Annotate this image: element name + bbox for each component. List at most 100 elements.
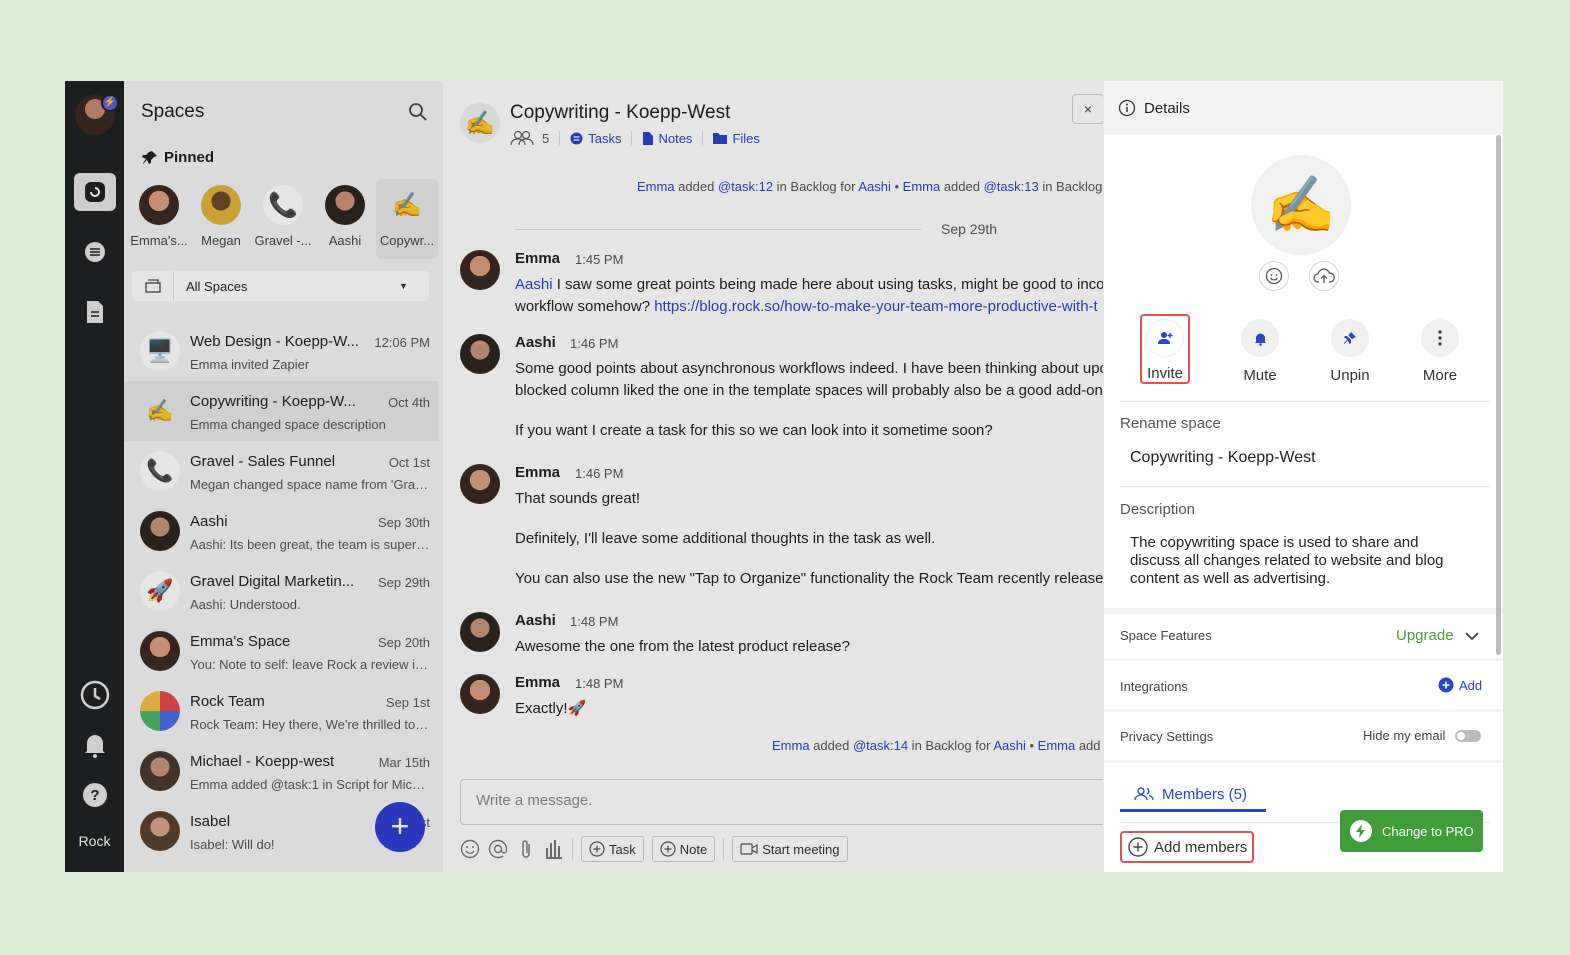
note-icon (643, 131, 654, 145)
add-integration-button[interactable]: Add (1438, 677, 1482, 693)
space-name: Gravel - Sales Funnel (190, 453, 336, 470)
folder-icon (713, 133, 728, 144)
space-time: Sep 29th (377, 575, 430, 590)
unpin-button[interactable]: Unpin (1320, 314, 1380, 384)
tab-members[interactable]: Members (5) (1120, 779, 1266, 812)
space-list-item[interactable]: 🚀 Gravel Digital Marketin... Sep 29th Aa… (124, 561, 438, 621)
space-filter-dropdown[interactable]: All Spaces ▼ (132, 271, 429, 301)
change-to-pro-button[interactable]: Change to PRO (1340, 810, 1483, 852)
rename-input[interactable]: Copywriting - Koepp-West (1130, 449, 1450, 467)
pinned-item-label: Emma's... (130, 233, 188, 248)
space-preview: You: Note to self: leave Rock a review i… (190, 657, 430, 672)
space-preview: Aashi: Understood. (190, 597, 301, 612)
poll-icon[interactable] (544, 839, 564, 859)
user-link[interactable]: Emma (903, 179, 941, 194)
space-list-item[interactable]: ✍️ Copywriting - Koepp-W... Oct 4th Emma… (124, 381, 438, 441)
section-divider (1104, 608, 1503, 614)
user-link[interactable]: Emma (772, 738, 810, 753)
chevron-down-icon[interactable] (1464, 628, 1480, 646)
upload-image-button[interactable] (1309, 261, 1339, 291)
pinned-item[interactable]: 📞 Gravel -... (252, 179, 314, 259)
message-author: Emma (515, 250, 561, 267)
activity-text: in Backlog for (773, 179, 859, 194)
members-button[interactable]: 5 (510, 130, 549, 146)
details-title: Details (1144, 99, 1190, 117)
task-link[interactable]: @task:12 (718, 179, 773, 194)
details-scrollbar[interactable] (1496, 135, 1501, 655)
details-header: Details (1104, 81, 1503, 135)
pinned-item[interactable]: Aashi (314, 179, 376, 259)
message-link[interactable]: https://blog.rock.so/how-to-make-your-te… (654, 298, 1097, 315)
upgrade-link[interactable]: Upgrade (1396, 627, 1454, 644)
description-input[interactable]: The copywriting space is used to share a… (1130, 534, 1450, 588)
space-list-item[interactable]: 📞 Gravel - Sales Funnel Oct 1st Megan ch… (124, 441, 438, 501)
space-list-item[interactable]: Aashi Sep 30th Aashi: Its been great, th… (124, 501, 438, 561)
close-button[interactable]: × (1072, 94, 1103, 124)
more-button[interactable]: More (1410, 314, 1470, 384)
paperclip-icon[interactable] (516, 839, 536, 859)
task-link[interactable]: @task:13 (984, 179, 1039, 194)
create-task-button[interactable]: Task (581, 836, 644, 862)
space-list-item[interactable]: Rock Team Sep 1st Rock Team: Hey there, … (124, 681, 438, 741)
space-name: Isabel (190, 813, 231, 830)
mention-icon[interactable] (488, 839, 508, 859)
pin-icon (1331, 319, 1369, 357)
pinned-item[interactable]: ✍️ Copywr... (376, 179, 438, 259)
task-link[interactable]: @task:14 (853, 738, 908, 753)
files-link[interactable]: Files (713, 131, 760, 146)
emoji-icon[interactable] (460, 839, 480, 859)
pinned-item[interactable]: Emma's... (128, 179, 190, 259)
notes-nav-button[interactable] (74, 293, 116, 331)
notifications-nav-button[interactable] (74, 726, 116, 764)
emoji-picker-button[interactable] (1259, 261, 1289, 291)
history-nav-button[interactable] (74, 676, 116, 714)
pinned-item[interactable]: Megan (190, 179, 252, 259)
add-members-label: Add members (1154, 838, 1248, 856)
mute-button[interactable]: Mute (1230, 314, 1290, 384)
pro-button-label: Change to PRO (1382, 823, 1474, 839)
filter-value: All Spaces (186, 278, 248, 294)
create-note-button[interactable]: Note (651, 836, 716, 862)
space-list-item[interactable]: Michael - Koepp-west Mar 15th Emma added… (124, 741, 438, 801)
start-meeting-button[interactable]: Start meeting (732, 836, 848, 862)
invite-button[interactable]: Invite (1140, 314, 1190, 384)
user-link[interactable]: Emma (637, 179, 675, 194)
search-button[interactable] (408, 102, 428, 127)
brand-label: Rock (78, 833, 111, 849)
computer-icon: 🖥️ (140, 331, 180, 371)
space-list-item[interactable]: Emma's Space Sep 20th You: Note to self:… (124, 621, 438, 681)
message-input[interactable]: Write a message. (460, 779, 1103, 825)
user-link[interactable]: Emma (1038, 738, 1076, 753)
chevron-down-icon: ▼ (399, 281, 408, 291)
user-link[interactable]: Aashi (993, 738, 1026, 753)
add-person-icon (1146, 319, 1184, 357)
tasks-link[interactable]: Tasks (570, 131, 621, 146)
members-icon (510, 130, 534, 146)
message-text: blocked column liked the one in the temp… (515, 382, 1103, 399)
avatar (460, 674, 500, 714)
message-text: I saw some great points being made here … (552, 276, 1103, 293)
add-members-button[interactable]: Add members (1120, 831, 1254, 863)
message-text: Some good points about asynchronous work… (515, 360, 1103, 377)
member-count: 5 (542, 130, 550, 146)
space-time: 12:06 PM (374, 335, 430, 350)
message-time: 1:45 PM (575, 252, 624, 267)
help-nav-button[interactable]: ? (74, 776, 116, 814)
spaces-nav-button[interactable] (74, 173, 116, 211)
user-link[interactable]: Aashi (858, 179, 891, 194)
system-activity: Emma added @task:12 in Backlog for Aashi… (637, 179, 1102, 194)
notes-label: Notes (658, 130, 693, 146)
rename-label: Rename space (1120, 415, 1221, 432)
mention[interactable]: Aashi (515, 276, 553, 293)
space-name: Emma's Space (190, 633, 291, 650)
tasks-nav-button[interactable] (74, 233, 116, 271)
new-space-button[interactable]: + (375, 802, 425, 852)
space-list-item[interactable]: 🖥️ Web Design - Koepp-W... 12:06 PM Emma… (124, 321, 438, 381)
archive-button[interactable] (132, 271, 174, 301)
archive-icon (144, 279, 161, 293)
notes-link[interactable]: Notes (642, 131, 692, 146)
hide-email-label: Hide my email (1363, 728, 1446, 743)
divider (1104, 658, 1503, 661)
hide-email-toggle[interactable] (1455, 730, 1481, 742)
message-time: 1:48 PM (575, 676, 624, 691)
